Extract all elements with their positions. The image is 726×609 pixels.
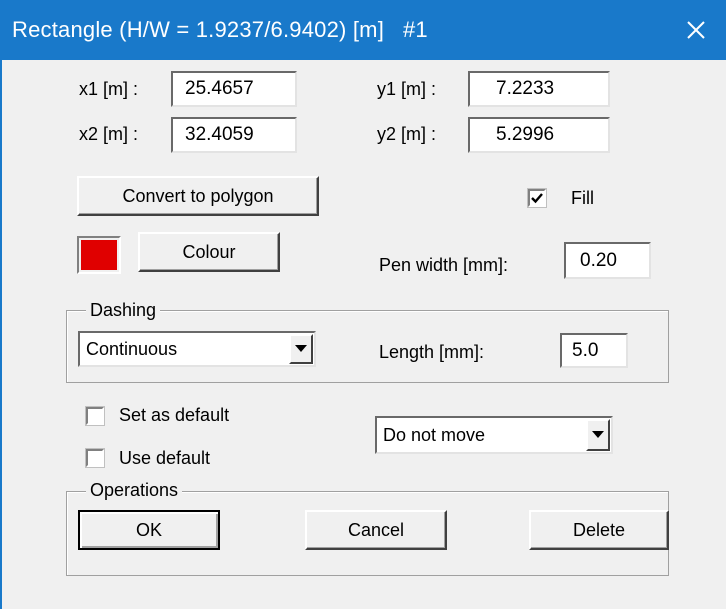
- window-title: Rectangle (H/W = 1.9237/6.9402) [m] #1: [12, 17, 428, 42]
- fill-label: Fill: [571, 188, 594, 208]
- window-border: [0, 60, 2, 609]
- colour-swatch[interactable]: [77, 236, 121, 274]
- use-default-checkbox[interactable]: [85, 448, 105, 468]
- use-default-label: Use default: [119, 448, 211, 468]
- x1-label: x1 [m] :: [79, 79, 139, 99]
- move-mode-select[interactable]: Do not move: [375, 416, 613, 454]
- dashing-dropdown-arrow[interactable]: [289, 334, 313, 364]
- operations-group-label: Operations: [86, 479, 183, 501]
- y1-label: y1 [m] :: [377, 79, 437, 99]
- cancel-button[interactable]: Cancel: [305, 510, 447, 550]
- y2-input[interactable]: 5.2996: [468, 117, 610, 153]
- convert-to-polygon-button[interactable]: Convert to polygon: [77, 176, 319, 216]
- y2-value: 5.2996: [496, 124, 555, 145]
- chevron-down-icon: [295, 345, 307, 352]
- y2-label: y2 [m] :: [377, 124, 437, 144]
- x1-value: 25.4657: [185, 78, 254, 99]
- x2-label: x2 [m] :: [79, 124, 139, 144]
- set-as-default-checkbox[interactable]: [85, 406, 105, 426]
- pen-width-input[interactable]: 0.20: [564, 242, 651, 279]
- dashing-style-value: Continuous: [86, 338, 178, 359]
- checkmark-icon: [531, 193, 543, 204]
- chevron-down-icon: [592, 431, 604, 438]
- dashing-group-label: Dashing: [86, 299, 161, 321]
- delete-button[interactable]: Delete: [529, 510, 669, 550]
- pen-width-value: 0.20: [580, 249, 617, 271]
- rectangle-dialog: Rectangle (H/W = 1.9237/6.9402) [m] #1 x…: [0, 0, 726, 609]
- fill-checkbox[interactable]: [527, 188, 547, 208]
- move-mode-value: Do not move: [383, 424, 486, 445]
- title-bar[interactable]: Rectangle (H/W = 1.9237/6.9402) [m] #1: [0, 0, 726, 60]
- close-icon: [687, 21, 705, 39]
- close-button[interactable]: [666, 0, 726, 60]
- pen-width-label: Pen width [mm]:: [379, 255, 509, 275]
- x2-value: 32.4059: [185, 124, 254, 145]
- colour-button[interactable]: Colour: [138, 232, 280, 272]
- x2-input[interactable]: 32.4059: [171, 117, 297, 153]
- y1-input[interactable]: 7.2233: [468, 71, 610, 107]
- dashing-style-select[interactable]: Continuous: [78, 331, 316, 367]
- set-as-default-label: Set as default: [119, 405, 230, 425]
- move-mode-dropdown-arrow[interactable]: [586, 419, 610, 451]
- length-label: Length [mm]:: [379, 342, 485, 362]
- colour-swatch-fill: [81, 240, 117, 270]
- ok-button[interactable]: OK: [78, 510, 220, 550]
- length-value: 5.0: [572, 339, 599, 361]
- length-input[interactable]: 5.0: [560, 333, 628, 368]
- x1-input[interactable]: 25.4657: [171, 71, 297, 107]
- y1-value: 7.2233: [496, 78, 555, 99]
